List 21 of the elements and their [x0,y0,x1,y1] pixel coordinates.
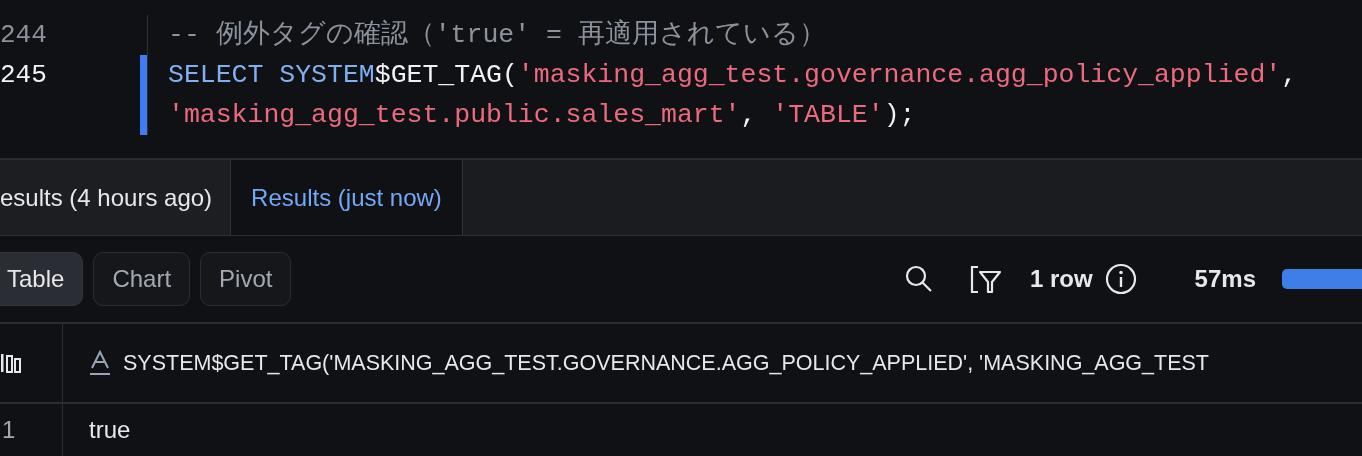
table-cell: true [89,416,131,444]
info-icon[interactable] [1104,263,1137,295]
column-header[interactable]: SYSTEM$GET_TAG('MASKING_AGG_TEST.GOVERNANCE.AGG_POLICY_APPLIED', 'MASKING_AGG_TEST [63,324,1209,402]
result-tab[interactable]: Results (just now) [231,160,463,235]
row-number: 1 [2,416,16,444]
result-tab[interactable]: esults (4 hours ago) [0,160,232,235]
code-line: SELECT SYSTEM$GET_TAG('masking_agg_test.governance.agg_policy_applied', [167,59,1298,92]
view-button[interactable]: Table [0,252,84,306]
filter-icon[interactable] [969,264,1002,294]
code-line: -- 例外タグの確認（'true' = 再適用されている） [167,18,826,52]
columns-icon[interactable] [0,352,22,374]
view-button[interactable]: Pivot [200,252,292,306]
line-number: 244 [0,19,47,52]
text-type-icon [89,350,111,376]
view-button[interactable]: Chart [93,252,191,306]
search-icon[interactable] [903,264,934,294]
row-count: 1 row [1029,265,1093,293]
code-line: 'masking_agg_test.public.sales_mart', 'TABLE'); [167,99,916,132]
line-number: 245 [0,59,47,92]
column-header-text: SYSTEM$GET_TAG('MASKING_AGG_TEST.GOVERNANCE.AGG_POLICY_APPLIED', 'MASKING_AGG_TEST [123,350,1209,376]
query-duration: 57ms [1194,265,1256,293]
